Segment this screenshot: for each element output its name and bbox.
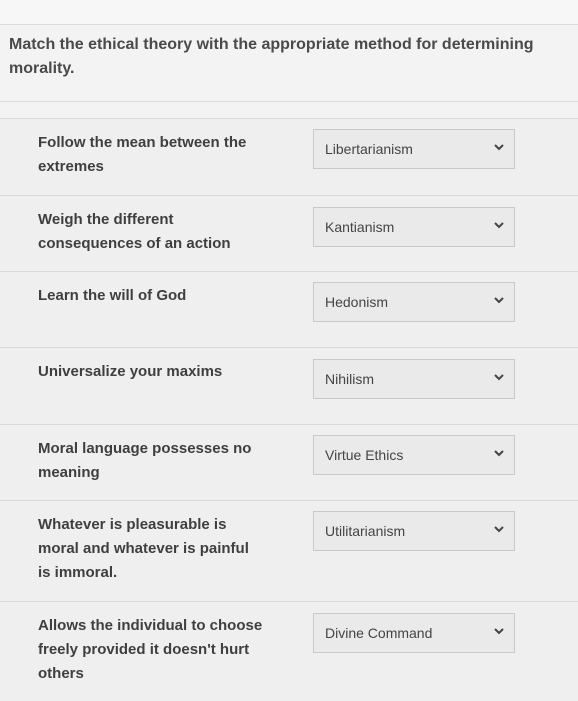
prompt-text: Weigh the different consequences of an a…: [38, 211, 231, 252]
matching-row: Whatever is pleasurable is moral and wha…: [0, 500, 578, 601]
dropdown-selected-value: Utilitarianism: [325, 523, 406, 539]
dropdown-selected-value: Divine Command: [325, 625, 433, 641]
question-text: Match the ethical theory with the approp…: [9, 36, 534, 77]
chevron-down-icon: [494, 144, 504, 151]
chevron-down-icon: [494, 297, 504, 304]
matching-row: Moral language possesses no meaning Virt…: [0, 424, 578, 501]
dropdown-selected-value: Libertarianism: [325, 141, 413, 157]
dropdown-selected-value: Kantianism: [325, 219, 395, 235]
matching-row: Universalize your maxims Nihilism: [0, 347, 578, 424]
theory-dropdown[interactable]: Utilitarianism: [313, 511, 515, 551]
prompt-text: Moral language possesses no meaning: [38, 440, 252, 481]
prompt-text: Universalize your maxims: [38, 363, 223, 380]
matching-row: Weigh the different consequences of an a…: [0, 195, 578, 272]
chevron-down-icon: [494, 374, 504, 381]
theory-dropdown[interactable]: Virtue Ethics: [313, 435, 515, 475]
chevron-down-icon: [494, 222, 504, 229]
theory-dropdown[interactable]: Divine Command: [313, 613, 515, 653]
dropdown-selected-value: Nihilism: [325, 371, 374, 387]
prompt-text: Follow the mean between the extremes: [38, 134, 247, 175]
theory-dropdown[interactable]: Libertarianism: [313, 129, 515, 169]
chevron-down-icon: [494, 628, 504, 635]
theory-dropdown[interactable]: Nihilism: [313, 359, 515, 399]
prompt-text: Whatever is pleasurable is moral and wha…: [38, 516, 249, 581]
divider: [0, 101, 578, 102]
matching-row: Allows the individual to choose freely p…: [0, 601, 578, 701]
matching-row: Learn the will of God Hedonism: [0, 271, 578, 348]
theory-dropdown[interactable]: Hedonism: [313, 282, 515, 322]
prompt-text: Allows the individual to choose freely p…: [38, 617, 263, 682]
dropdown-selected-value: Virtue Ethics: [325, 447, 404, 463]
top-bar: [0, 0, 578, 25]
chevron-down-icon: [494, 450, 504, 457]
matching-row: Follow the mean between the extremes Lib…: [0, 118, 578, 195]
dropdown-selected-value: Hedonism: [325, 294, 389, 310]
chevron-down-icon: [494, 526, 504, 533]
theory-dropdown[interactable]: Kantianism: [313, 207, 515, 247]
prompt-text: Learn the will of God: [38, 287, 187, 304]
